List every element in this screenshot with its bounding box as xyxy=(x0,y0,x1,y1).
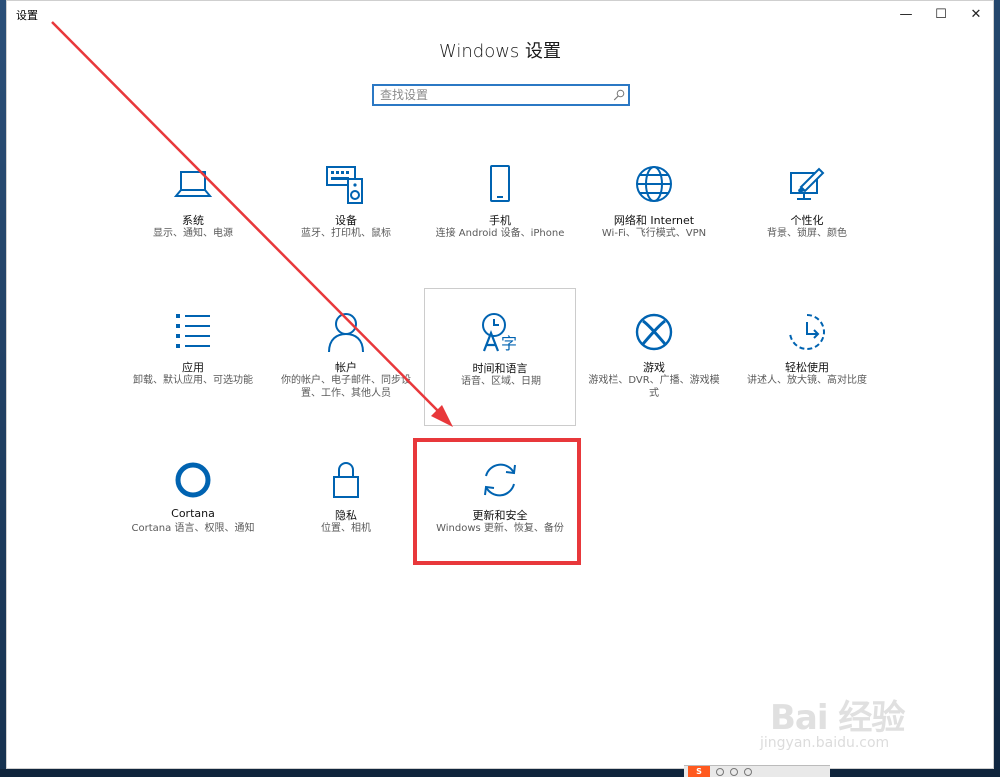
search-box[interactable] xyxy=(372,84,630,106)
tile-label: Cortana xyxy=(171,507,215,520)
phone-icon xyxy=(478,163,522,207)
tray-status-icon[interactable] xyxy=(716,767,724,776)
tile-apps[interactable]: 应用 卸载、默认应用、可选功能 xyxy=(117,288,269,426)
window-title: 设置 xyxy=(16,9,38,22)
tile-label: 时间和语言 xyxy=(472,362,528,375)
tile-description: 连接 Android 设备、iPhone xyxy=(435,228,565,239)
tile-label: 游戏 xyxy=(643,361,665,374)
maximize-button[interactable]: ☐ xyxy=(924,1,958,27)
watermark-url: jingyan.baidu.com xyxy=(760,735,890,751)
watermark-logo: Bai 经验 xyxy=(770,698,905,738)
tile-system[interactable]: 系统 显示、通知、电源 xyxy=(117,157,269,295)
desktop-background-bottom xyxy=(0,769,1000,777)
tile-time-language[interactable]: 字 时间和语言 语音、区域、日期 xyxy=(424,288,576,426)
tile-label: 轻松使用 xyxy=(785,361,829,374)
taskbar-tray: S xyxy=(684,765,830,777)
tray-status-icon[interactable] xyxy=(744,767,752,776)
tile-label: 系统 xyxy=(182,214,204,227)
globe-icon xyxy=(632,163,676,207)
laptop-icon xyxy=(171,163,215,207)
tile-description: 你的帐户、电子邮件、同步设置、工作、其他人员 xyxy=(281,375,411,399)
tile-network[interactable]: 网络和 Internet Wi-Fi、飞行模式、VPN xyxy=(578,157,730,295)
tile-label: 设备 xyxy=(335,214,357,227)
tile-label: 个性化 xyxy=(790,214,824,227)
tile-ease-of-access[interactable]: 轻松使用 讲述人、放大镜、高对比度 xyxy=(731,288,883,426)
tray-status-icon[interactable] xyxy=(730,767,738,776)
close-button[interactable]: ✕ xyxy=(959,1,993,27)
tile-accounts[interactable]: 帐户 你的帐户、电子邮件、同步设置、工作、其他人员 xyxy=(270,288,422,426)
tile-privacy[interactable]: 隐私 位置、相机 xyxy=(270,436,422,574)
keyboard-speaker-icon xyxy=(324,163,368,207)
search-input[interactable] xyxy=(374,86,610,104)
baidu-watermark: Bai 经验 jingyan.baidu.com xyxy=(760,690,905,751)
tile-description: 蓝牙、打印机、鼠标 xyxy=(301,228,391,239)
input-method-icon[interactable]: S xyxy=(688,766,710,777)
ease-of-access-icon xyxy=(785,310,829,354)
time-language-icon: 字 xyxy=(478,311,522,355)
tile-personalization[interactable]: 个性化 背景、锁屏、颜色 xyxy=(731,157,883,295)
lock-icon xyxy=(324,458,368,502)
tile-description: 讲述人、放大镜、高对比度 xyxy=(747,375,867,386)
svg-text:字: 字 xyxy=(501,334,517,353)
tile-gaming[interactable]: 游戏 游戏栏、DVR、广播、游戏模式 xyxy=(578,288,730,426)
tile-description: 卸载、默认应用、可选功能 xyxy=(133,375,253,386)
tile-label: 网络和 Internet xyxy=(613,214,695,227)
tile-description: Wi-Fi、飞行模式、VPN xyxy=(601,228,707,239)
cortana-icon xyxy=(171,458,215,502)
tile-description: Windows 更新、恢复、备份 xyxy=(436,523,564,534)
tile-description: 游戏栏、DVR、广播、游戏模式 xyxy=(588,375,720,399)
minimize-button[interactable]: — xyxy=(889,1,923,27)
tile-label: 更新和安全 xyxy=(472,509,528,522)
search-icon[interactable] xyxy=(610,86,628,104)
apps-list-icon xyxy=(171,310,215,354)
settings-window: 设置 — ☐ ✕ Windows 设置 系统 显示、通知、电源 设备 蓝牙、打印… xyxy=(6,0,994,769)
tile-label: 手机 xyxy=(489,214,511,227)
person-icon xyxy=(324,310,368,354)
tile-label: 隐私 xyxy=(335,509,357,522)
sync-icon xyxy=(478,458,522,502)
tile-cortana[interactable]: Cortana Cortana 语言、权限、通知 xyxy=(117,436,269,574)
tile-description: 背景、锁屏、颜色 xyxy=(767,228,847,239)
tile-description: Cortana 语言、权限、通知 xyxy=(131,523,255,534)
tile-phone[interactable]: 手机 连接 Android 设备、iPhone xyxy=(424,157,576,295)
title-bar[interactable]: 设置 — ☐ ✕ xyxy=(7,1,993,27)
tile-description: 显示、通知、电源 xyxy=(153,228,233,239)
paintbrush-icon xyxy=(785,163,829,207)
tile-label: 应用 xyxy=(182,361,204,374)
xbox-icon xyxy=(632,310,676,354)
tile-description: 语音、区域、日期 xyxy=(461,376,541,387)
page-title: Windows 设置 xyxy=(438,41,562,62)
tile-label: 帐户 xyxy=(335,361,357,374)
tile-devices[interactable]: 设备 蓝牙、打印机、鼠标 xyxy=(270,157,422,295)
tile-description: 位置、相机 xyxy=(321,523,371,534)
tile-update-security[interactable]: 更新和安全 Windows 更新、恢复、备份 xyxy=(424,436,576,574)
